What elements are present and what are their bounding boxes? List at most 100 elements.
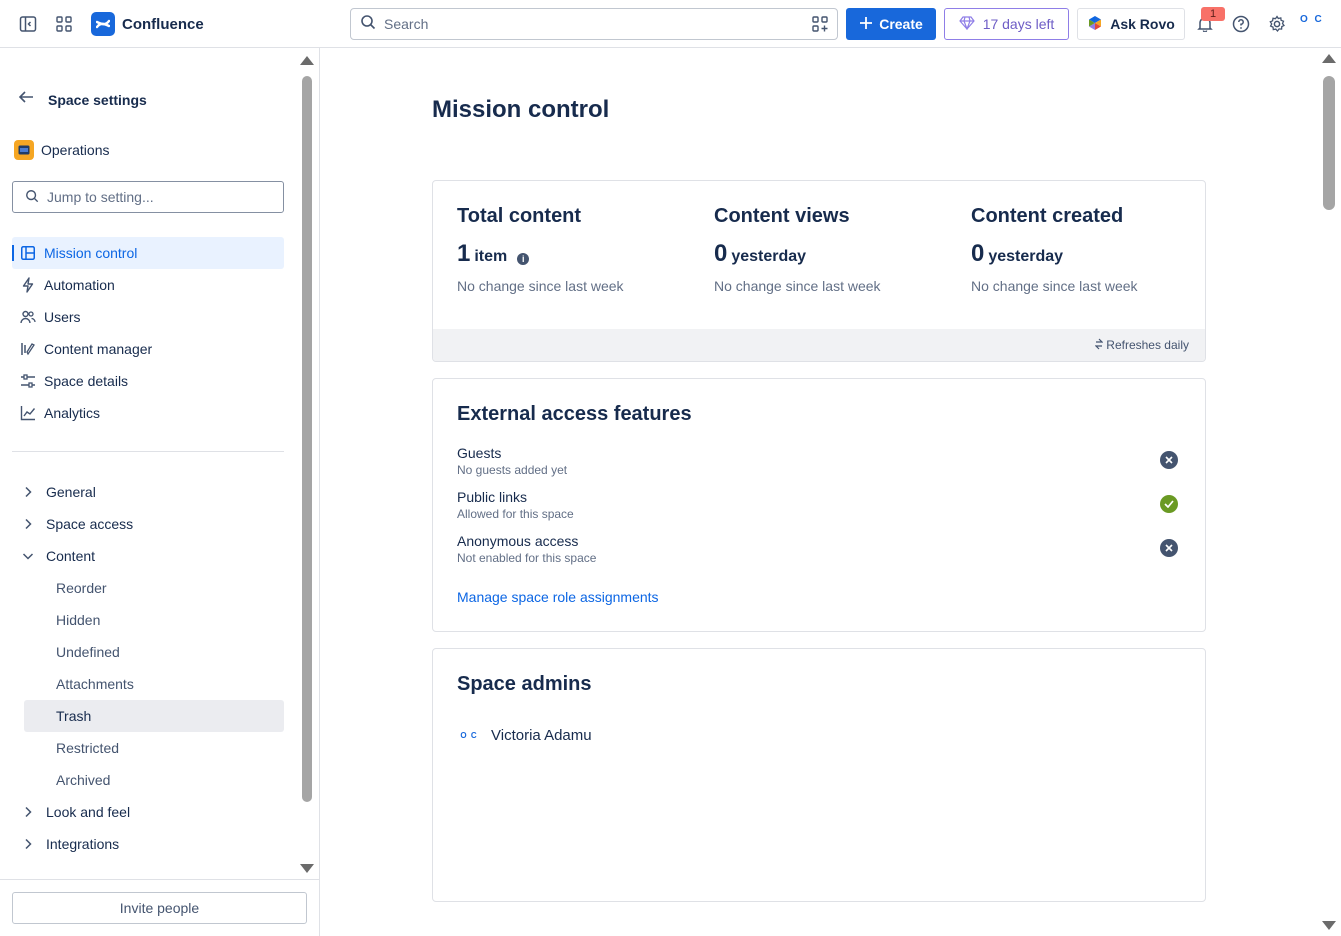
- invite-people-button[interactable]: Invite people: [12, 892, 307, 924]
- space-name: Operations: [41, 142, 110, 158]
- space-admins-heading: Space admins: [457, 673, 592, 695]
- tree-item-label: Content: [46, 548, 96, 564]
- trial-button[interactable]: 17 days left: [944, 8, 1069, 40]
- tree-item-content[interactable]: Content: [12, 540, 284, 572]
- sidebar-item-label: Mission control: [44, 245, 138, 261]
- tree-item-general[interactable]: General: [12, 476, 284, 508]
- main-scroll-up-arrow[interactable]: [1322, 54, 1336, 63]
- sub-item-archived[interactable]: Archived: [24, 764, 284, 796]
- lightning-icon: [20, 277, 36, 293]
- sub-item-label: Hidden: [56, 612, 101, 628]
- search-icon: [360, 14, 376, 35]
- main-scrollbar[interactable]: [1323, 76, 1335, 210]
- search-filter-icon[interactable]: [812, 16, 828, 37]
- stat-content-views: Content views 0 yesterday No change sinc…: [714, 205, 881, 294]
- tree-item-label: Space access: [46, 516, 134, 532]
- trial-label: 17 days left: [982, 16, 1055, 32]
- stat-unit: yesterday: [988, 248, 1064, 265]
- sidebar-item-users[interactable]: Users: [12, 301, 284, 333]
- help-icon[interactable]: [1229, 12, 1253, 36]
- avatar: O C: [460, 730, 478, 740]
- search-icon: [25, 189, 39, 206]
- sidebar-item-content-manager[interactable]: Content manager: [12, 333, 284, 365]
- confluence-logo[interactable]: Confluence: [91, 12, 204, 36]
- admin-row[interactable]: O C Victoria Adamu: [457, 723, 591, 747]
- sidebar-footer: Invite people: [0, 879, 319, 936]
- sidebar-item-automation[interactable]: Automation: [12, 269, 284, 301]
- content-stats-card: Total content 1 item i No change since l…: [432, 180, 1206, 362]
- page-title: Mission control: [432, 96, 610, 123]
- tree-item-look-and-feel[interactable]: Look and feel: [12, 796, 284, 828]
- app-switcher-icon[interactable]: [52, 12, 76, 36]
- stats-footer: Refreshes daily: [433, 329, 1205, 361]
- manage-role-assignments-link[interactable]: Manage space role assignments: [457, 589, 659, 605]
- jump-to-setting-input[interactable]: Jump to setting...: [12, 181, 284, 213]
- sidebar-scroll-up-arrow[interactable]: [300, 56, 314, 65]
- app-name: Confluence: [122, 15, 204, 33]
- cross-circle-icon: [1160, 451, 1178, 469]
- layout-icon: [20, 245, 36, 261]
- space-settings-title: Space settings: [48, 91, 147, 108]
- external-access-heading: External access features: [457, 403, 692, 425]
- settings-sidebar: Space settings Operations Jump to settin…: [0, 48, 320, 936]
- tree-item-space-access[interactable]: Space access: [12, 508, 284, 540]
- rovo-icon: [1087, 15, 1103, 34]
- space-admins-card: Space admins O C Victoria Adamu: [432, 648, 1206, 902]
- stat-number: 1: [457, 240, 471, 267]
- sub-item-hidden[interactable]: Hidden: [24, 604, 284, 636]
- sub-item-trash[interactable]: Trash: [24, 700, 284, 732]
- stat-change: No change since last week: [971, 278, 1138, 294]
- space-icon: [14, 140, 34, 160]
- cross-circle-icon: [1160, 539, 1178, 557]
- chevron-right-icon: [22, 838, 34, 850]
- sub-item-attachments[interactable]: Attachments: [24, 668, 284, 700]
- ask-rovo-button[interactable]: Ask Rovo: [1077, 8, 1185, 40]
- feature-name: Guests: [457, 445, 502, 461]
- sub-item-undefined[interactable]: Undefined: [24, 636, 284, 668]
- stat-unit: yesterday: [731, 248, 807, 265]
- sidebar-scrollbar[interactable]: [302, 76, 312, 802]
- sub-item-label: Archived: [56, 772, 111, 788]
- feature-name: Anonymous access: [457, 533, 579, 549]
- sub-item-label: Restricted: [56, 740, 120, 756]
- create-label: Create: [879, 16, 923, 32]
- back-to-space-link[interactable]: Space settings: [18, 90, 147, 109]
- confluence-logo-icon: [91, 12, 115, 36]
- stat-change: No change since last week: [457, 278, 624, 294]
- users-icon: [20, 309, 36, 325]
- stat-unit: item: [474, 248, 508, 265]
- chevron-right-icon: [22, 486, 34, 498]
- search-input[interactable]: Search: [350, 8, 838, 40]
- info-icon[interactable]: i: [517, 253, 530, 265]
- main-scroll-down-arrow[interactable]: [1322, 921, 1336, 930]
- gear-icon[interactable]: [1265, 12, 1289, 36]
- feature-desc: Allowed for this space: [457, 507, 574, 521]
- content-manager-icon: [20, 341, 36, 357]
- tree-item-label: Look and feel: [46, 804, 131, 820]
- create-button[interactable]: Create: [846, 8, 936, 40]
- space-link[interactable]: Operations: [14, 140, 109, 160]
- chevron-right-icon: [22, 518, 34, 530]
- sub-item-label: Attachments: [56, 676, 134, 692]
- search-placeholder: Search: [384, 16, 429, 32]
- sidebar-item-analytics[interactable]: Analytics: [12, 397, 284, 429]
- sidebar-item-label: Users: [44, 309, 81, 325]
- sidebar-scroll-down-arrow[interactable]: [300, 864, 314, 873]
- sidebar-item-space-details[interactable]: Space details: [12, 365, 284, 397]
- user-avatar[interactable]: O C: [1300, 14, 1324, 25]
- feature-public-links: Public links Allowed for this space: [457, 489, 1181, 521]
- sliders-icon: [20, 373, 36, 389]
- sub-item-reorder[interactable]: Reorder: [24, 572, 284, 604]
- sidebar-item-label: Analytics: [44, 405, 101, 421]
- stat-content-created: Content created 0 yesterday No change si…: [971, 205, 1138, 294]
- sidebar-item-label: Automation: [44, 277, 115, 293]
- sidebar-item-label: Content manager: [44, 341, 153, 357]
- feature-desc: Not enabled for this space: [457, 551, 597, 565]
- tree-item-integrations[interactable]: Integrations: [12, 828, 284, 860]
- sub-item-restricted[interactable]: Restricted: [24, 732, 284, 764]
- top-navigation: Confluence Search Create 17 days left As…: [0, 0, 1341, 48]
- external-access-card: External access features Guests No guest…: [432, 378, 1206, 632]
- sidebar-item-mission-control[interactable]: Mission control: [12, 237, 284, 269]
- stat-heading: Total content: [457, 205, 582, 227]
- sidebar-toggle-icon[interactable]: [16, 12, 40, 36]
